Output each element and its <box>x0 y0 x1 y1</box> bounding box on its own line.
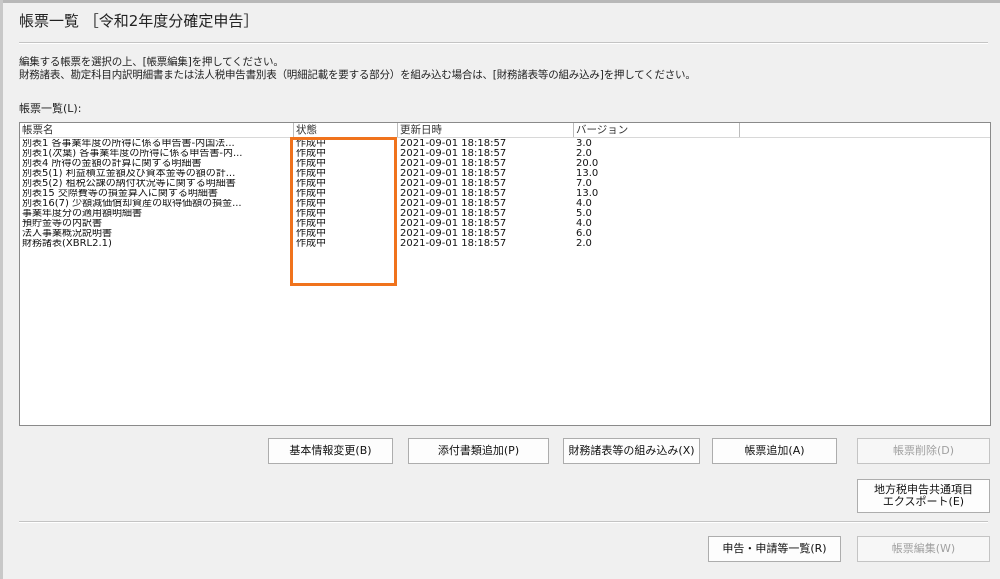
cell-form-name: 別表4 所得の金額の計算に関する明細書 <box>22 159 202 169</box>
cell-version: 4.0 <box>576 199 592 209</box>
column-header-form-name[interactable]: 帳票名 <box>20 123 294 137</box>
window-top-edge <box>0 0 1000 3</box>
cell-version: 13.0 <box>576 189 599 199</box>
cell-version: 13.0 <box>576 169 599 179</box>
table-row[interactable]: 別表1(次葉) 各事業年度の所得に係る申告書-内... 作成中 2021-09-01… <box>20 149 990 159</box>
delete-form-button[interactable]: 帳票削除(D) <box>857 438 990 464</box>
cell-version: 2.0 <box>576 239 592 249</box>
cell-updated-at: 2021-09-01 18:18:57 <box>400 239 507 249</box>
cell-form-name: 別表5(1) 利益積立金額及び資本金等の額の計... <box>22 169 236 179</box>
table-row[interactable]: 別表5(2) 租税公課の納付状況等に関する明細書 作成中 2021-09-01 18… <box>20 179 990 189</box>
cell-updated-at: 2021-09-01 18:18:57 <box>400 219 507 229</box>
cell-version: 2.0 <box>576 149 592 159</box>
form-list-label: 帳票一覧(L): <box>19 102 82 115</box>
cell-updated-at: 2021-09-01 18:18:57 <box>400 199 507 209</box>
column-header-version[interactable]: バージョン <box>574 123 740 137</box>
cell-updated-at: 2021-09-01 18:18:57 <box>400 159 507 169</box>
table-row[interactable]: 別表4 所得の金額の計算に関する明細書 作成中 2021-09-01 18:18:5… <box>20 159 990 169</box>
cell-form-name: 預貯金等の内訳書 <box>22 219 102 229</box>
status-column-highlight-box <box>290 137 397 286</box>
cell-version: 4.0 <box>576 219 592 229</box>
cell-updated-at: 2021-09-01 18:18:57 <box>400 169 507 179</box>
cell-form-name: 別表1(次葉) 各事業年度の所得に係る申告書-内... <box>22 149 243 159</box>
page-title: 帳票一覧 ［令和2年度分確定申告］ <box>19 12 259 30</box>
add-attachment-button[interactable]: 添付書類追加(P) <box>408 438 549 464</box>
cell-form-name: 事業年度分の適用額明細書 <box>22 209 142 219</box>
cell-form-name: 別表5(2) 租税公課の納付状況等に関する明細書 <box>22 179 236 189</box>
table-row[interactable]: 法人事業概況説明書 作成中 2021-09-01 18:18:57 6.0 <box>20 229 990 239</box>
edit-form-button[interactable]: 帳票編集(W) <box>857 536 990 562</box>
title-divider <box>19 42 988 44</box>
local-tax-export-button[interactable]: 地方税申告共通項目 エクスポート(E) <box>857 479 990 513</box>
basic-info-change-button[interactable]: 基本情報変更(B) <box>268 438 393 464</box>
cell-version: 5.0 <box>576 209 592 219</box>
cell-version: 6.0 <box>576 229 592 239</box>
filing-list-button[interactable]: 申告・申請等一覧(R) <box>708 536 841 562</box>
footer-divider <box>19 521 988 523</box>
cell-version: 20.0 <box>576 159 599 169</box>
instruction-line-2: 財務諸表、勘定科目内訳明細書または法人税申告書別表（明細記載を要する部分）を組み… <box>19 69 696 81</box>
cell-updated-at: 2021-09-01 18:18:57 <box>400 139 507 149</box>
cell-updated-at: 2021-09-01 18:18:57 <box>400 179 507 189</box>
cell-form-name: 別表1 各事業年度の所得に係る申告書-内国法... <box>22 139 235 149</box>
cell-form-name: 別表16(7) 少額減価償却資産の取得価額の損金... <box>22 199 242 209</box>
table-row[interactable]: 別表1 各事業年度の所得に係る申告書-内国法... 作成中 2021-09-01 1… <box>20 139 990 149</box>
add-form-button[interactable]: 帳票追加(A) <box>712 438 837 464</box>
column-header-status[interactable]: 状態 <box>294 123 398 137</box>
cell-form-name: 別表15 交際費等の損金算入に関する明細書 <box>22 189 218 199</box>
form-list-view[interactable]: 帳票名 状態 更新日時 バージョン 別表1 各事業年度の所得に係る申告書-内国法… <box>19 122 991 426</box>
local-tax-export-label-2: エクスポート(E) <box>882 495 965 508</box>
table-row[interactable]: 別表16(7) 少額減価償却資産の取得価額の損金... 作成中 2021-09-01… <box>20 199 990 209</box>
table-row[interactable]: 事業年度分の適用額明細書 作成中 2021-09-01 18:18:57 5.0 <box>20 209 990 219</box>
column-header-updated-at[interactable]: 更新日時 <box>398 123 574 137</box>
table-row[interactable]: 別表5(1) 利益積立金額及び資本金等の額の計... 作成中 2021-09-01 … <box>20 169 990 179</box>
cell-version: 7.0 <box>576 179 592 189</box>
cell-form-name: 法人事業概況説明書 <box>22 229 112 239</box>
cell-updated-at: 2021-09-01 18:18:57 <box>400 149 507 159</box>
cell-updated-at: 2021-09-01 18:18:57 <box>400 209 507 219</box>
cell-updated-at: 2021-09-01 18:18:57 <box>400 189 507 199</box>
column-header-blank[interactable] <box>740 123 990 137</box>
table-row[interactable]: 預貯金等の内訳書 作成中 2021-09-01 18:18:57 4.0 <box>20 219 990 229</box>
window-left-edge <box>0 0 3 579</box>
table-row[interactable]: 別表15 交際費等の損金算入に関する明細書 作成中 2021-09-01 18:18… <box>20 189 990 199</box>
incorporate-financial-statements-button[interactable]: 財務諸表等の組み込み(X) <box>563 438 700 464</box>
cell-form-name: 財務諸表(XBRL2.1) <box>22 239 112 249</box>
table-row[interactable]: 財務諸表(XBRL2.1) 作成中 2021-09-01 18:18:57 2.0 <box>20 239 990 249</box>
cell-updated-at: 2021-09-01 18:18:57 <box>400 229 507 239</box>
cell-version: 3.0 <box>576 139 592 149</box>
list-header: 帳票名 状態 更新日時 バージョン <box>20 123 990 138</box>
